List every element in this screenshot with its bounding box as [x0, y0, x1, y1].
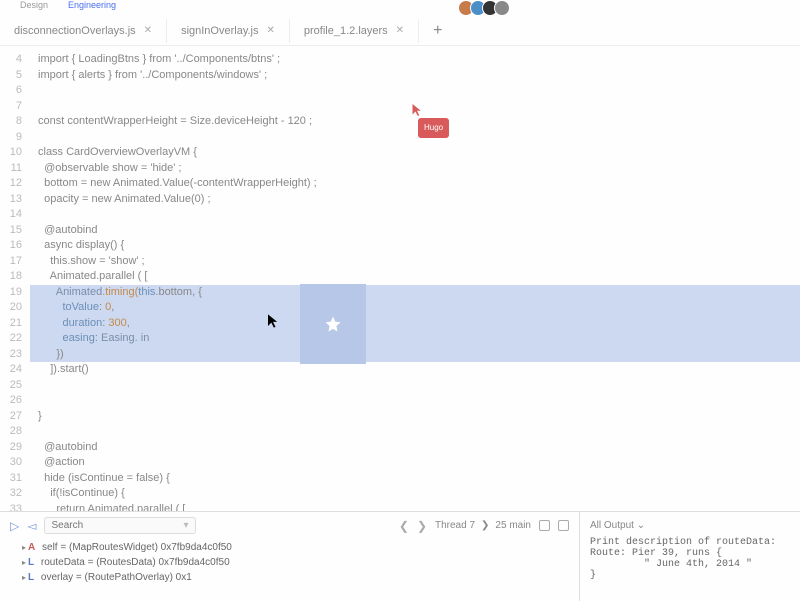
code-line: ]).start() — [30, 362, 800, 378]
code-line: bottom = new Animated.Value(-contentWrap… — [30, 176, 800, 192]
debug-toolbar: ▷ ◅ ▾ ❮ ❯ Thread 7 ❯ 25 main — [10, 517, 569, 534]
cursor-icon — [412, 104, 422, 116]
close-icon[interactable]: ✕ — [267, 25, 275, 36]
output-line: } — [590, 570, 790, 581]
code-line — [30, 130, 800, 146]
code-line: opacity = new Animated.Value(0) ; — [30, 192, 800, 208]
output-header[interactable]: All Output ⌄ — [590, 520, 790, 531]
code-line: import { alerts } from '../Components/wi… — [30, 68, 800, 84]
output-line: Route: Pier 39, runs { — [590, 548, 790, 559]
tab-file[interactable]: disconnectionOverlays.js ✕ — [0, 19, 167, 43]
code-line — [30, 378, 800, 394]
presence-avatars — [462, 0, 510, 16]
code-line: @autobind — [30, 440, 800, 456]
code-line: this.show = 'show' ; — [30, 254, 800, 270]
code-line-highlighted: toValue: 0, — [30, 300, 800, 316]
nav-engineering[interactable]: Engineering — [68, 0, 116, 8]
code-line: return Animated.parallel ( [ — [30, 502, 800, 512]
nav-design[interactable]: Design — [20, 0, 48, 8]
tab-label: disconnectionOverlays.js — [14, 25, 136, 37]
chevron-icon: ⌄ — [637, 520, 645, 531]
search-input[interactable] — [51, 520, 183, 531]
code-line: import { LoadingBtns } from '../Componen… — [30, 52, 800, 68]
code-line: class CardOverviewOverlayVM { — [30, 145, 800, 161]
variable-row[interactable]: ▸L overlay = (RoutePathOverlay) 0x1 — [10, 570, 569, 585]
tab-label: profile_1.2.layers — [304, 25, 388, 37]
output-line: " June 4th, 2014 " — [590, 559, 790, 570]
code-line-highlighted: duration: 300, — [30, 316, 800, 332]
remote-cursor: Hugo — [412, 104, 422, 122]
code-line — [30, 207, 800, 223]
tab-file[interactable]: profile_1.2.layers ✕ — [290, 19, 419, 43]
code-line-highlighted: }) — [30, 347, 800, 363]
star-marker[interactable] — [300, 284, 366, 364]
avatar[interactable] — [494, 0, 510, 16]
star-icon — [324, 315, 342, 333]
variable-row[interactable]: ▸L routeData = (RoutesData) 0x7fb9da4c0f… — [10, 555, 569, 570]
tab-label: signInOverlay.js — [181, 25, 258, 37]
debug-output: All Output ⌄ Print description of routeD… — [580, 512, 800, 601]
code-line: async display() { — [30, 238, 800, 254]
code-area[interactable]: import { LoadingBtns } from '../Componen… — [30, 46, 800, 511]
thread-nav-icon[interactable]: ❮ — [399, 519, 409, 533]
code-line — [30, 393, 800, 409]
tab-file[interactable]: signInOverlay.js ✕ — [167, 19, 290, 43]
add-tab-button[interactable]: + — [419, 18, 456, 44]
code-line: hide (isContinue = false) { — [30, 471, 800, 487]
code-line: @action — [30, 455, 800, 471]
code-line — [30, 424, 800, 440]
thread-nav-icon[interactable]: ❯ — [417, 519, 427, 533]
close-icon[interactable]: ✕ — [144, 25, 152, 36]
code-line: } — [30, 409, 800, 425]
remote-cursor-label: Hugo — [418, 118, 449, 138]
layout-icon[interactable] — [558, 520, 569, 531]
variable-row[interactable]: ▸A self = (MapRoutesWidget) 0x7fb9da4c0f… — [10, 540, 569, 555]
thread-label[interactable]: Thread 7 ❯ 25 main — [435, 520, 531, 531]
close-icon[interactable]: ✕ — [396, 25, 404, 36]
local-cursor-icon — [268, 314, 278, 333]
code-line-highlighted: Animated.timing(this.bottom, { — [30, 285, 800, 301]
output-line: Print description of routeData: — [590, 537, 790, 548]
filter-icon[interactable]: ▾ — [183, 520, 188, 531]
step-icon[interactable]: ▷ — [10, 519, 19, 533]
code-line — [30, 83, 800, 99]
debug-variables: ▷ ◅ ▾ ❮ ❯ Thread 7 ❯ 25 main ▸A self = (… — [0, 512, 580, 601]
line-gutter: 4567891011121314151617181920212223242526… — [0, 46, 30, 511]
tab-bar: disconnectionOverlays.js ✕ signInOverlay.… — [0, 16, 800, 46]
top-nav: Design Engineering — [0, 0, 800, 8]
layout-icon[interactable] — [539, 520, 550, 531]
editor[interactable]: 4567891011121314151617181920212223242526… — [0, 46, 800, 511]
code-line: if(!isContinue) { — [30, 486, 800, 502]
code-line: Animated.parallel ( [ — [30, 269, 800, 285]
code-line-highlighted: easing: Easing. in — [30, 331, 800, 347]
code-line: @observable show = 'hide' ; — [30, 161, 800, 177]
debug-panel: ▷ ◅ ▾ ❮ ❯ Thread 7 ❯ 25 main ▸A self = (… — [0, 511, 800, 601]
debug-search[interactable]: ▾ — [44, 517, 195, 534]
send-icon[interactable]: ◅ — [27, 519, 36, 533]
code-line: @autobind — [30, 223, 800, 239]
